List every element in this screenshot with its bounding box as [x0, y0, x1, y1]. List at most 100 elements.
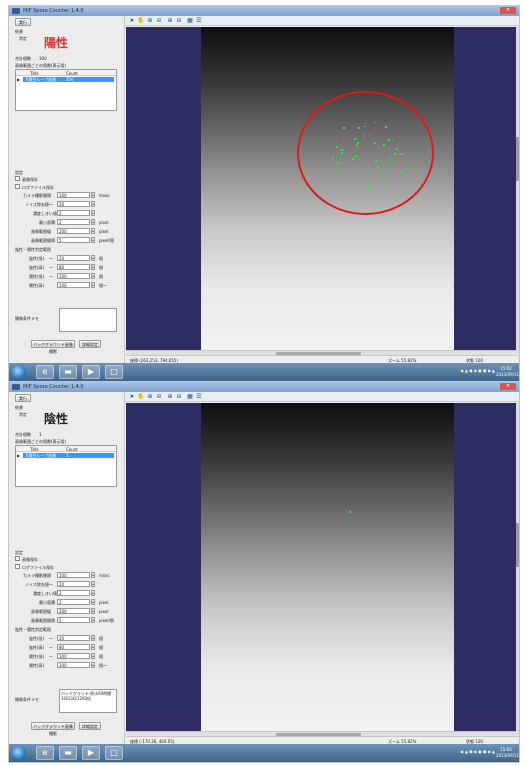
- hand-icon[interactable]: ✋: [137, 393, 145, 401]
- close-button[interactable]: ✕: [500, 7, 516, 14]
- fit-icon[interactable]: ⊕: [166, 17, 174, 25]
- media-player-icon[interactable]: ▶: [82, 365, 100, 379]
- pos-upper-spinner[interactable]: ▴: [91, 662, 95, 668]
- run-button[interactable]: 実行: [15, 18, 31, 26]
- neg-upper-field[interactable]: 80: [57, 644, 90, 650]
- zoom-in-icon[interactable]: ⊕: [146, 17, 154, 25]
- folder-icon[interactable]: ▬: [59, 746, 77, 760]
- vertical-scrollbar[interactable]: [516, 27, 519, 354]
- neg-lower-label: 陰性(低): [29, 256, 45, 261]
- start-button[interactable]: [12, 365, 26, 379]
- col-count: Count: [66, 447, 78, 452]
- brightness-threshold-field[interactable]: 2: [57, 210, 90, 216]
- neg-lower-field[interactable]: 20: [57, 255, 90, 261]
- zoom-out-icon[interactable]: ⊖: [155, 17, 163, 25]
- pos-lower-field[interactable]: 100: [57, 653, 90, 659]
- image-range-width-spinner[interactable]: ▴: [91, 228, 95, 234]
- pos-lower-field[interactable]: 100: [57, 273, 90, 279]
- image-range-width-field[interactable]: 200: [57, 608, 90, 614]
- save-image-checkbox[interactable]: [15, 176, 20, 181]
- app-window-icon[interactable]: □: [105, 746, 123, 760]
- memo-textarea[interactable]: バックグランド:原水60時間 100(3)21200倍: [59, 689, 117, 713]
- pos-upper-field[interactable]: 100: [57, 662, 90, 668]
- neg-upper-spinner[interactable]: ▴: [91, 264, 95, 270]
- media-player-icon[interactable]: ▶: [82, 746, 100, 760]
- count-list[interactable]: Title Count ▶ 6番目ループ画像 1: [15, 445, 117, 487]
- cursor-icon[interactable]: ➤: [128, 17, 136, 25]
- camera-interval-field[interactable]: 100: [57, 572, 90, 578]
- noise-removal-field[interactable]: 20: [57, 201, 90, 207]
- brightness-threshold-spinner[interactable]: ▴: [91, 590, 95, 596]
- pos-lower-spinner[interactable]: ▴: [91, 273, 95, 279]
- image-range-gap-field[interactable]: 5: [57, 237, 90, 243]
- close-button[interactable]: ✕: [500, 383, 516, 390]
- ie-icon[interactable]: e: [36, 365, 54, 379]
- save-log-checkbox[interactable]: [15, 564, 20, 569]
- min-area-field[interactable]: 2: [57, 599, 90, 605]
- list-icon[interactable]: ☰: [195, 17, 203, 25]
- neg-upper-spinner[interactable]: ▴: [91, 644, 95, 650]
- min-area-spinner[interactable]: ▴: [91, 219, 95, 225]
- count-list[interactable]: Title Count ▶ 6番目ループ画像 256: [15, 69, 117, 111]
- brightness-threshold-spinner[interactable]: ▴: [91, 210, 95, 216]
- screenshot-positive: MIF Spore Counter 1.4.0 ✕ 実行 結果 判定 陽性 合計…: [8, 5, 520, 382]
- camera-interval-spinner[interactable]: ▴: [91, 192, 95, 198]
- noise-removal-spinner[interactable]: ▴: [91, 201, 95, 207]
- noise-removal-label: ノイズ除去値: [25, 202, 49, 207]
- vertical-scrollbar[interactable]: [516, 403, 519, 735]
- zoom-in-icon[interactable]: ⊕: [146, 393, 154, 401]
- image-viewer[interactable]: [126, 27, 516, 354]
- neg-lower-spinner[interactable]: ▴: [91, 635, 95, 641]
- min-area-spinner[interactable]: ▴: [91, 599, 95, 605]
- camera-interval-field[interactable]: 100: [57, 192, 90, 198]
- count-list-header: Title Count: [16, 446, 116, 452]
- detail-settings-button[interactable]: 詳細設定: [79, 722, 101, 730]
- background-image-button[interactable]: バックグラウンド画像撮影: [31, 722, 75, 736]
- folder-icon[interactable]: ▬: [59, 365, 77, 379]
- image-range-width-field[interactable]: 200: [57, 228, 90, 234]
- image-viewer[interactable]: [126, 403, 516, 735]
- zoom-out-icon[interactable]: ⊖: [175, 17, 183, 25]
- image-range-gap-field[interactable]: 5: [57, 617, 90, 623]
- fit-icon[interactable]: ⊕: [166, 393, 174, 401]
- background-image-button[interactable]: バックグラウンド画像撮影: [31, 340, 75, 354]
- hand-icon[interactable]: ✋: [137, 17, 145, 25]
- microscope-image[interactable]: [201, 403, 454, 735]
- cursor-icon[interactable]: ➤: [128, 393, 136, 401]
- camera-interval-spinner[interactable]: ▴: [91, 572, 95, 578]
- brightness-threshold-field[interactable]: 2: [57, 590, 90, 596]
- save-image-checkbox[interactable]: [15, 556, 20, 561]
- neg-upper-field[interactable]: 80: [57, 264, 90, 270]
- image-range-width-spinner[interactable]: ▴: [91, 608, 95, 614]
- neg-lower-field[interactable]: 20: [57, 635, 90, 641]
- ie-icon[interactable]: e: [36, 746, 54, 760]
- image-range-gap-spinner[interactable]: ▴: [91, 237, 95, 243]
- noise-removal-field[interactable]: 20: [57, 581, 90, 587]
- detail-settings-button[interactable]: 詳細設定: [79, 340, 101, 348]
- app-window-icon[interactable]: □: [105, 365, 123, 379]
- run-button[interactable]: 実行: [15, 394, 31, 402]
- zoom-out-icon[interactable]: ⊖: [175, 393, 183, 401]
- vertical-scroll-thumb[interactable]: [516, 137, 519, 181]
- image-range-gap-spinner[interactable]: ▴: [91, 617, 95, 623]
- min-area-field[interactable]: 2: [57, 219, 90, 225]
- list-icon[interactable]: ☰: [195, 393, 203, 401]
- memo-textarea[interactable]: [59, 308, 117, 332]
- list-item[interactable]: 6番目ループ画像 1: [23, 453, 114, 458]
- start-button[interactable]: [12, 746, 26, 760]
- pos-lower-spinner[interactable]: ▴: [91, 653, 95, 659]
- highlight-circle: [297, 91, 434, 215]
- list-item[interactable]: 6番目ループ画像 256: [23, 77, 114, 82]
- grid-icon[interactable]: ▦: [186, 17, 194, 25]
- zoom-out-icon[interactable]: ⊖: [155, 393, 163, 401]
- col-title: Title: [30, 71, 39, 76]
- pos-upper-spinner[interactable]: ▴: [91, 282, 95, 288]
- microscope-image[interactable]: [201, 27, 454, 354]
- save-log-checkbox[interactable]: [15, 184, 20, 189]
- noise-removal-spinner[interactable]: ▴: [91, 581, 95, 587]
- noise-removal-label: ノイズ除去値: [25, 582, 49, 587]
- grid-icon[interactable]: ▦: [186, 393, 194, 401]
- vertical-scroll-thumb[interactable]: [516, 523, 519, 567]
- neg-lower-spinner[interactable]: ▴: [91, 255, 95, 261]
- pos-upper-field[interactable]: 100: [57, 282, 90, 288]
